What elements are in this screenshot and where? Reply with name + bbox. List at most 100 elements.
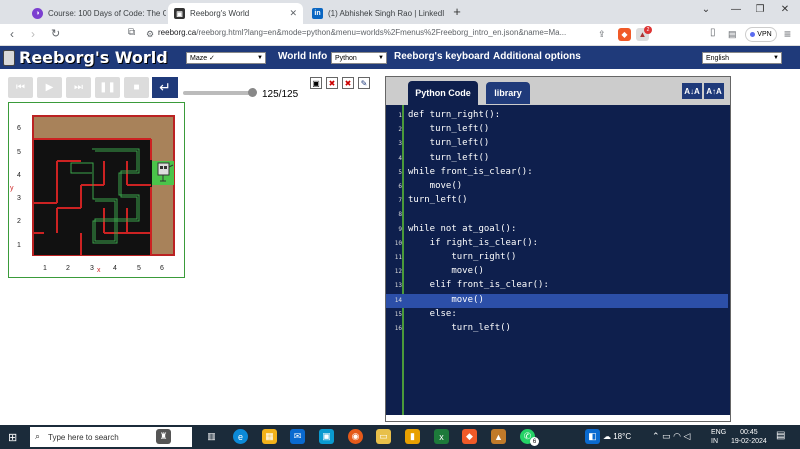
weather-icon: ☁	[603, 432, 611, 441]
ui-language-select[interactable]: English ▼	[702, 52, 782, 64]
y-tick: 4	[17, 172, 21, 179]
maximize-icon[interactable]: ❐	[751, 4, 769, 15]
keyboard-button[interactable]: Reeborg's keyboard	[394, 51, 490, 62]
code-line[interactable]: 4 turn_left()	[386, 152, 728, 166]
slider-knob[interactable]	[248, 88, 257, 97]
world-info-button[interactable]: World Info	[278, 51, 327, 62]
weather-widget[interactable]: ☁ 18°C	[603, 432, 631, 441]
run-button[interactable]: ▶	[37, 77, 62, 98]
pause-button[interactable]: ❚❚	[95, 77, 120, 98]
code-editor-panel: Python Code library A↓A A↑A 1 def turn_ri…	[385, 76, 731, 422]
clock[interactable]: 00:45 19-02-2024	[731, 428, 767, 446]
tab-course[interactable]: ◑ Course: 100 Days of Code: The Com	[26, 3, 166, 24]
back-icon[interactable]: ‹	[10, 27, 14, 41]
code-line[interactable]: 6 move()	[386, 180, 728, 194]
reeborg-header: Reeborg's World Maze ✓ ▼ World Info Pytho…	[0, 46, 800, 69]
font-decrease-button[interactable]: A↑A	[704, 83, 724, 99]
world-canvas[interactable]: 6 5 4 3 2 1 1 2 3 4 5 6 x y	[8, 102, 185, 278]
new-tab-button[interactable]: +	[448, 4, 466, 19]
code-line[interactable]: 13 elif front_is_clear():	[386, 279, 728, 293]
tab-library[interactable]: library	[486, 82, 530, 104]
code-line[interactable]: 16 turn_left()	[386, 322, 728, 336]
stop-icon: ■	[133, 82, 140, 93]
url-path: /reeborg.html?lang=en&mode=python&menu=w…	[196, 28, 567, 37]
brave-shield-icon[interactable]: ◆	[618, 28, 631, 41]
code-line[interactable]: 9 while not at_goal():	[386, 223, 728, 237]
url-field[interactable]: reeborg.ca/reeborg.html?lang=en&mode=pyt…	[158, 28, 566, 37]
robot-icon: ▣	[312, 78, 320, 88]
code-line[interactable]: 15 else:	[386, 308, 728, 322]
sidebar-icon[interactable]: ▯	[710, 27, 716, 38]
font-increase-button[interactable]: A↓A	[682, 83, 702, 99]
edge-icon[interactable]: e	[233, 429, 248, 444]
url-host: reeborg.ca	[158, 28, 197, 37]
search-highlight-icon[interactable]: ♜	[156, 429, 171, 444]
stop-button[interactable]: ■	[124, 77, 149, 98]
code-line[interactable]: 11 turn_right()	[386, 251, 728, 265]
notification-icon[interactable]: ▤	[776, 430, 785, 441]
step-button[interactable]: ⏭	[66, 77, 91, 98]
app-icon[interactable]: ▣	[319, 429, 334, 444]
speed-slider[interactable]	[183, 88, 257, 97]
code-line[interactable]: 3 turn_left()	[386, 137, 728, 151]
tab-search-icon[interactable]: ⌄	[697, 4, 715, 15]
task-view-icon[interactable]: ▥	[204, 429, 219, 444]
maze-svg: 6 5 4 3 2 1 1 2 3 4 5 6 x y	[10, 115, 175, 274]
input-language[interactable]: ENG IN	[711, 428, 726, 446]
code-line[interactable]: 12 move()	[386, 265, 728, 279]
code-line[interactable]: 2 turn_left()	[386, 123, 728, 137]
line-number: 9	[398, 225, 402, 233]
robot-model-button[interactable]: ▣	[310, 77, 322, 89]
line-number: 12	[394, 268, 402, 276]
close-window-icon[interactable]: ✕	[776, 4, 794, 15]
x-axis-ticks: 1 2 3 4 5 6	[43, 265, 164, 272]
windows-start-icon[interactable]: ⊞	[8, 431, 17, 444]
firefox-icon[interactable]: ◉	[348, 429, 363, 444]
code-text: turn_left()	[408, 124, 490, 135]
code-line[interactable]: 8	[386, 208, 728, 222]
chevron-up-icon: ⌃	[652, 431, 660, 441]
app-icon-2[interactable]: ▲	[491, 429, 506, 444]
lang-line1: ENG	[711, 429, 727, 436]
app-icon-3[interactable]: ◧	[585, 429, 600, 444]
world-select[interactable]: Maze ✓ ▼	[186, 52, 266, 64]
code-text: turn_left()	[408, 138, 490, 149]
brave-icon[interactable]: ◆	[462, 429, 477, 444]
code-text: def turn_right():	[408, 110, 501, 120]
reload-icon[interactable]: ↻	[51, 27, 60, 40]
code-line[interactable]: 10 if right_is_clear():	[386, 237, 728, 251]
bookmark-icon[interactable]: ⧉	[128, 27, 135, 38]
world-editor-button[interactable]: ✎	[358, 77, 370, 89]
code-line[interactable]: 1 def turn_right():	[386, 109, 728, 123]
additional-options-button[interactable]: Additional options	[493, 51, 581, 62]
wallet-icon[interactable]: ▤	[728, 29, 737, 40]
tab-linkedin[interactable]: in (1) Abhishek Singh Rao | LinkedIn	[306, 3, 444, 24]
powerbi-icon[interactable]: ▮	[405, 429, 420, 444]
language-select[interactable]: Python ▼	[331, 52, 387, 64]
tab-reeborg[interactable]: ▣ Reeborg's World ✕	[168, 3, 303, 24]
y-axis-label: y	[10, 185, 14, 192]
code-line[interactable]: 14 move()	[386, 293, 728, 308]
mail-icon[interactable]: ✉	[290, 429, 305, 444]
close-tab-icon[interactable]: ✕	[289, 8, 297, 19]
minimize-icon[interactable]: —	[727, 4, 745, 15]
file-explorer-icon[interactable]: ▭	[376, 429, 391, 444]
code-line[interactable]: 7 turn_left()	[386, 194, 728, 208]
reload-world-button[interactable]: ⏮	[8, 77, 33, 98]
tab-python-code[interactable]: Python Code	[408, 81, 478, 105]
code-area[interactable]: 1 def turn_right(): 2 turn_left() 3 turn_le…	[386, 105, 730, 415]
system-tray[interactable]: ⌃ ▭ ◠ ◁	[652, 431, 690, 442]
return-button[interactable]: ↵	[152, 77, 178, 98]
menu-icon[interactable]: ≡	[784, 27, 791, 41]
excel-icon[interactable]: x	[434, 429, 449, 444]
clear-trace-button[interactable]: ✖	[342, 77, 354, 89]
code-text: turn_left()	[408, 195, 468, 206]
vpn-button[interactable]: VPN	[745, 27, 777, 42]
site-info-icon[interactable]: ⚙	[146, 29, 154, 40]
no-highlight-button[interactable]: ✖	[326, 77, 338, 89]
forward-icon[interactable]: ›	[31, 27, 35, 41]
share-icon[interactable]: ⇪	[598, 29, 606, 40]
ui-language-value: English	[706, 54, 729, 62]
code-line[interactable]: 5 while front_is_clear():	[386, 166, 728, 180]
store-icon[interactable]: ▦	[262, 429, 277, 444]
